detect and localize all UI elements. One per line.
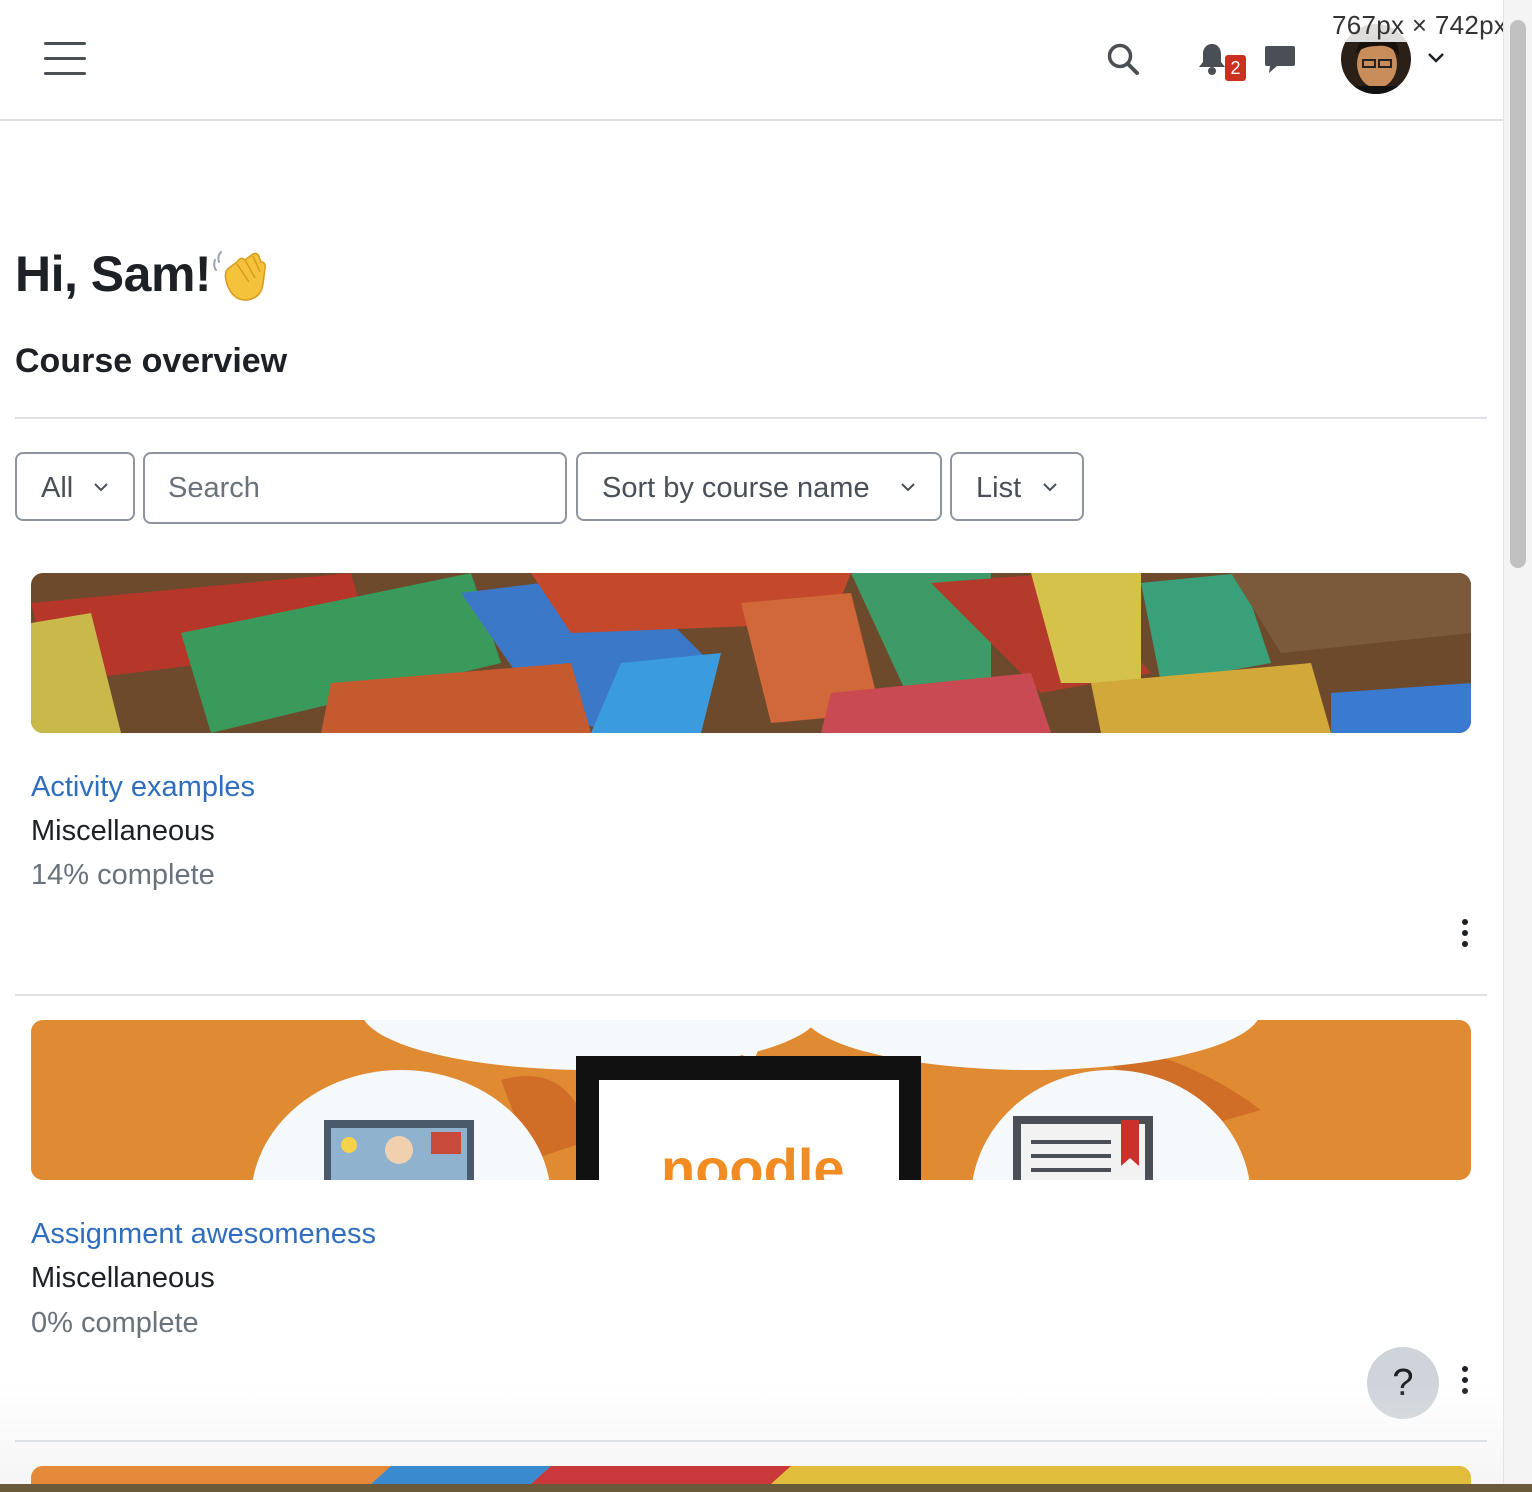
search-icon[interactable] [1106, 42, 1140, 76]
course-image-building-blocks[interactable] [31, 573, 1471, 733]
page-greeting: Hi, Sam! [15, 246, 212, 302]
window-edge [0, 1484, 1532, 1492]
view-dropdown-label: List [976, 472, 1022, 504]
waving-hand-icon [213, 251, 266, 301]
sort-dropdown-label: Sort by course name [602, 472, 870, 504]
course-image-moodle[interactable]: noodle [31, 1020, 1471, 1180]
svg-text:noodle: noodle [661, 1137, 845, 1180]
grouping-dropdown-label: All [41, 472, 74, 504]
divider [15, 994, 1487, 996]
hamburger-icon[interactable] [44, 42, 86, 76]
course-image-partial[interactable] [31, 1466, 1471, 1484]
divider [15, 1440, 1487, 1442]
course-name-link[interactable]: Activity examples [31, 771, 255, 804]
view-dropdown[interactable]: List [950, 452, 1084, 521]
sort-dropdown[interactable]: Sort by course name [576, 452, 942, 521]
chevron-down-icon[interactable] [1427, 52, 1445, 64]
course-search-input[interactable] [143, 452, 567, 524]
chat-bubble-icon[interactable] [1264, 44, 1296, 74]
viewport-size-readout: 767px × 742px [1330, 8, 1514, 42]
chevron-down-icon [94, 483, 108, 492]
kebab-menu-icon[interactable] [1455, 1366, 1475, 1400]
chevron-down-icon [901, 483, 915, 492]
course-progress: 14% complete [31, 859, 215, 891]
help-button[interactable]: ? [1367, 1347, 1439, 1419]
kebab-menu-icon[interactable] [1455, 919, 1475, 953]
divider [15, 417, 1487, 419]
chevron-down-icon [1043, 483, 1057, 492]
course-category: Miscellaneous [31, 1262, 215, 1294]
notification-count-badge: 2 [1225, 55, 1246, 81]
grouping-dropdown[interactable]: All [15, 452, 135, 521]
course-category: Miscellaneous [31, 815, 215, 847]
bell-icon[interactable] [1197, 42, 1227, 76]
top-navbar: 2 [0, 0, 1503, 121]
scrollbar-thumb[interactable] [1510, 20, 1526, 568]
course-name-link[interactable]: Assignment awesomeness [31, 1218, 376, 1251]
course-overview-heading: Course overview [15, 342, 288, 380]
course-progress: 0% complete [31, 1307, 199, 1339]
